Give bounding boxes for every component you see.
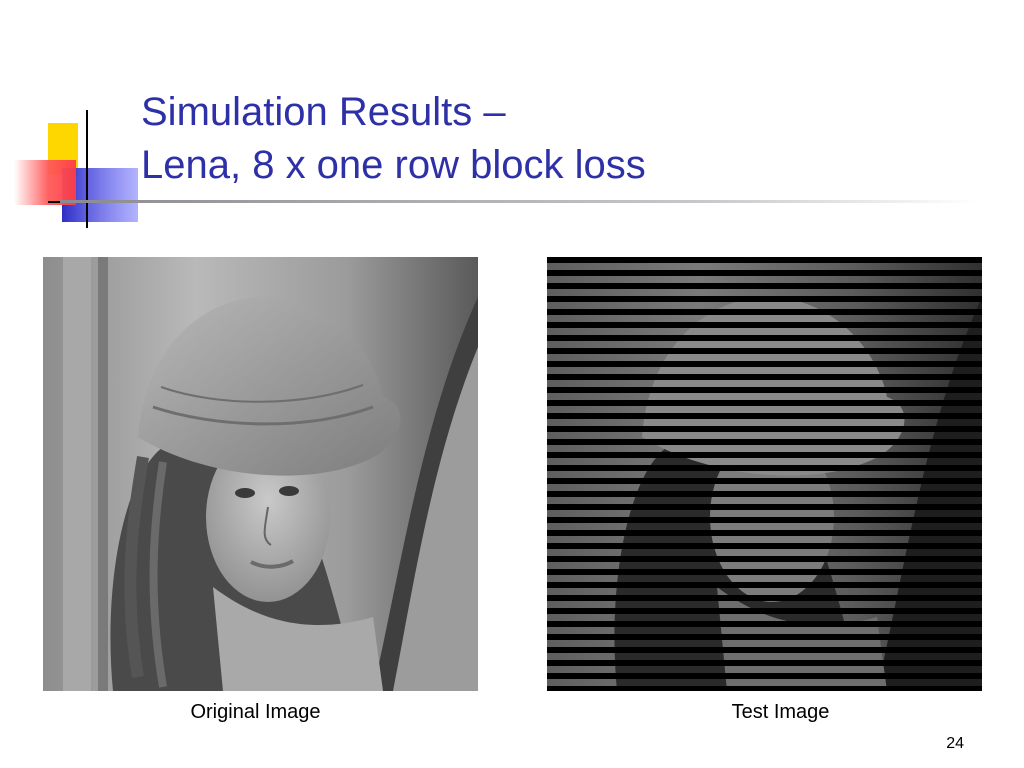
page-number: 24 <box>946 735 964 752</box>
slide-logo-icon <box>14 110 138 228</box>
original-image-caption: Original Image <box>190 701 321 723</box>
test-image-caption: Test Image <box>731 701 830 723</box>
slide-title-line-2: Lena, 8 x one row block loss <box>141 143 646 187</box>
slide-title: Simulation Results – Lena, 8 x one row b… <box>141 86 646 192</box>
title-rule <box>60 200 980 203</box>
slide-title-line-1: Simulation Results – <box>141 90 506 134</box>
original-image <box>43 257 478 691</box>
test-image <box>547 257 982 691</box>
